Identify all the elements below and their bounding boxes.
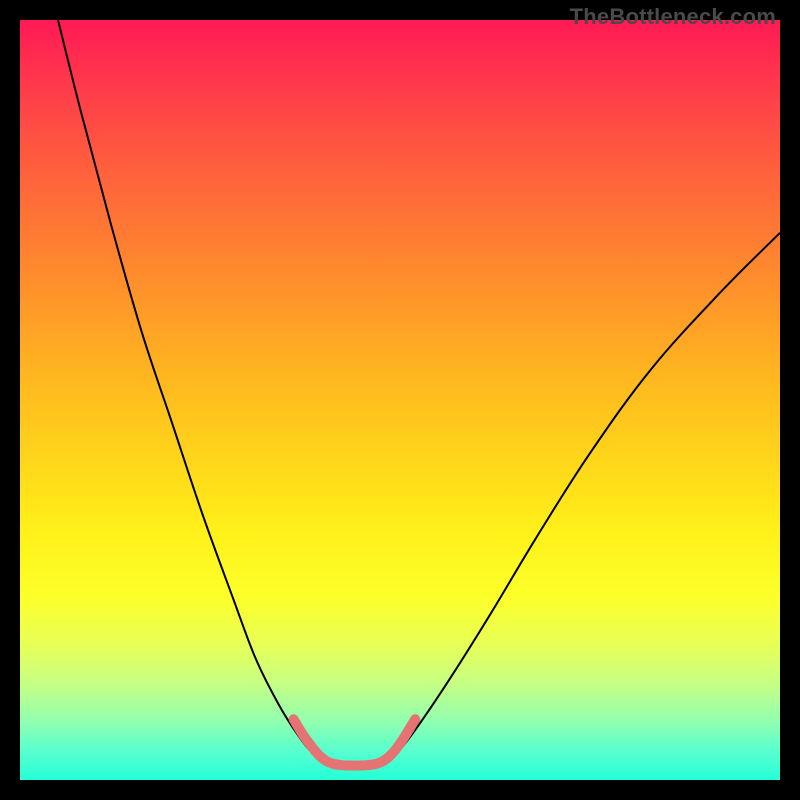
curve-layer: [20, 20, 780, 780]
curve-left-path: [58, 20, 324, 761]
pink-overlay-left-path: [294, 719, 334, 764]
watermark-text: TheBottleneck.com: [570, 4, 776, 30]
pink-overlay-bottom-path: [334, 764, 376, 766]
curve-right-path: [385, 233, 780, 761]
chart-frame: [20, 20, 780, 780]
pink-overlay-right-path: [376, 719, 416, 764]
